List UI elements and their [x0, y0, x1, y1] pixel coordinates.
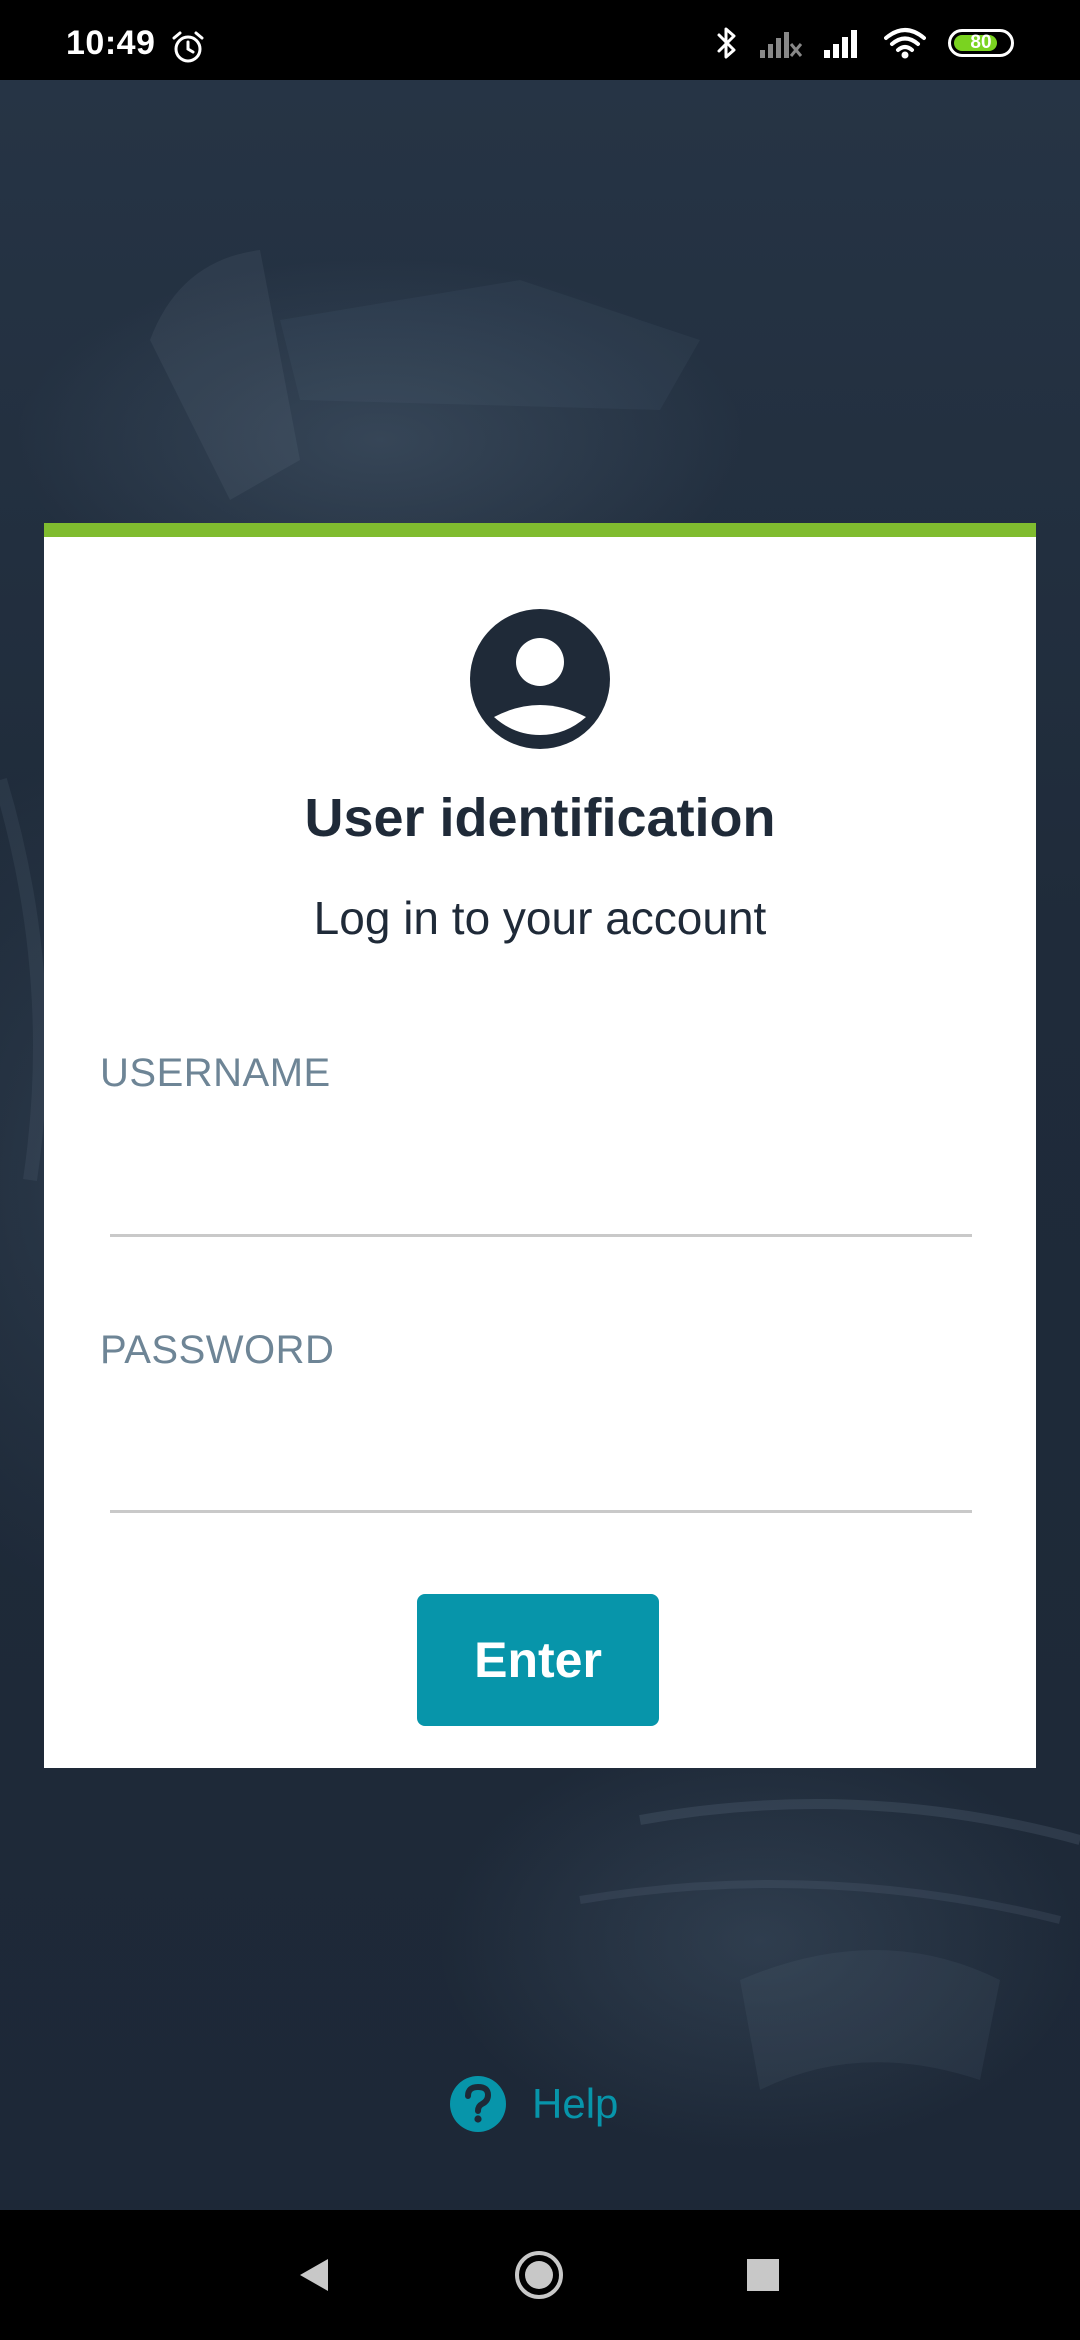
alarm-icon: [172, 31, 204, 63]
status-bar: 10:49 80: [0, 0, 1080, 80]
username-label: USERNAME: [100, 1051, 331, 1095]
signal-no-service-icon: [760, 32, 802, 58]
status-icons: 80: [716, 26, 1014, 60]
help-link[interactable]: Help: [450, 2076, 618, 2132]
help-label: Help: [532, 2080, 619, 2127]
help-circle-icon: [450, 2076, 506, 2132]
battery-level: 80: [970, 32, 992, 53]
username-input[interactable]: [110, 1167, 972, 1237]
back-icon: [300, 2259, 328, 2291]
page-title: User identification: [304, 788, 776, 848]
battery-icon: 80: [948, 29, 1014, 57]
navigation-bar: [0, 2210, 1080, 2340]
home-button[interactable]: [508, 2244, 570, 2306]
account-circle-icon: [470, 609, 610, 749]
enter-button[interactable]: Enter: [417, 1594, 659, 1726]
bluetooth-icon: [717, 27, 736, 59]
recents-button[interactable]: [732, 2244, 794, 2306]
page-subtitle: Log in to your account: [313, 892, 767, 944]
recents-icon: [747, 2259, 779, 2291]
password-input[interactable]: [110, 1443, 972, 1513]
password-label: PASSWORD: [100, 1328, 335, 1372]
login-card: User identification Log in to your accou…: [44, 523, 1036, 1768]
wifi-icon: [884, 28, 926, 59]
back-button[interactable]: [283, 2244, 345, 2306]
status-time: 10:49: [66, 24, 156, 62]
home-icon: [515, 2251, 563, 2299]
signal-icon: [824, 30, 857, 58]
